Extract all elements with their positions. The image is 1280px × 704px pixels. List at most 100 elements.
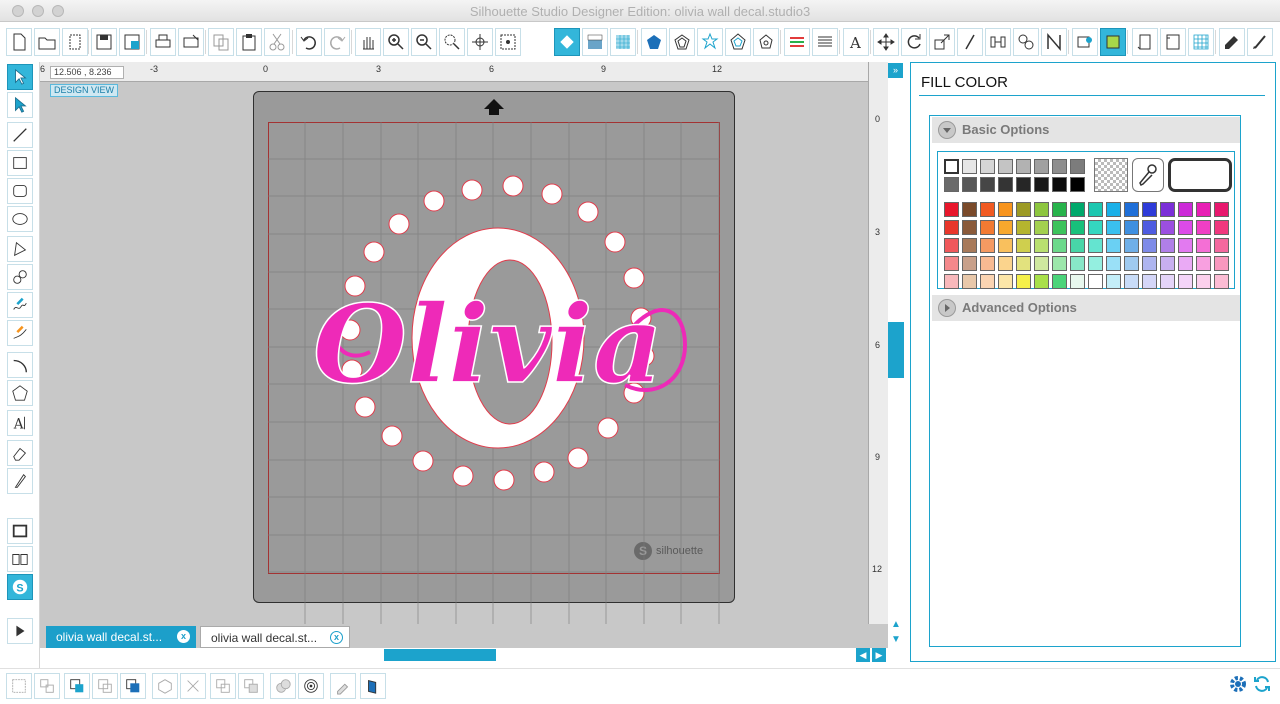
design-page-icon[interactable] [7,518,33,544]
duplicate-icon[interactable] [210,673,236,699]
align-icon[interactable] [985,28,1011,56]
group-icon[interactable] [6,673,32,699]
color-swatch[interactable] [1214,274,1229,289]
gray-swatch[interactable] [962,159,977,174]
panel-collapse-icon[interactable]: » [888,63,903,78]
color-swatch[interactable] [980,202,995,217]
pan-hand-icon[interactable] [355,28,381,56]
color-swatch[interactable] [1124,220,1139,235]
offset-icon[interactable] [697,28,723,56]
page-setup-icon[interactable] [1132,28,1158,56]
zoom-in-icon[interactable] [383,28,409,56]
color-swatch[interactable] [1088,202,1103,217]
arc-tool-icon[interactable] [7,352,33,378]
line-color-icon[interactable] [641,28,667,56]
color-swatch[interactable] [1088,220,1103,235]
color-swatch[interactable] [1142,238,1157,253]
zoom-out-icon[interactable] [411,28,437,56]
basic-options-header[interactable]: Basic Options [932,117,1240,143]
color-swatch[interactable] [1034,256,1049,271]
select-arrow-icon[interactable] [7,64,33,90]
release-compound-path-icon[interactable] [92,673,118,699]
knife-icon[interactable] [1041,28,1067,56]
color-swatch[interactable] [1016,256,1031,271]
color-swatch[interactable] [998,274,1013,289]
fill-pattern-panel-icon[interactable] [610,28,636,56]
color-swatch[interactable] [1178,238,1193,253]
color-swatch[interactable] [1088,274,1103,289]
fill-gradient-panel-icon[interactable] [582,28,608,56]
color-swatch[interactable] [944,220,959,235]
color-swatch[interactable] [1160,238,1175,253]
bring-to-front-icon[interactable] [120,673,146,699]
color-swatch[interactable] [1160,202,1175,217]
color-swatch[interactable] [1016,202,1031,217]
play-sidebar-icon[interactable] [7,618,33,644]
paste-icon[interactable] [236,28,262,56]
color-swatch[interactable] [998,256,1013,271]
mirror-icon[interactable] [238,673,264,699]
silhouette-store-icon[interactable]: S [7,574,33,600]
color-swatch[interactable] [998,220,1013,235]
color-swatch[interactable] [1178,274,1193,289]
color-swatch[interactable] [1052,238,1067,253]
line-tool-icon[interactable] [7,122,33,148]
color-swatch[interactable] [1196,202,1211,217]
freehand-tool-icon[interactable] [7,292,33,318]
gray-swatch[interactable] [1052,159,1067,174]
3d-box-icon[interactable] [152,673,178,699]
scroll-down-arrow-icon[interactable]: ▼ [889,633,903,647]
trace-icon[interactable] [725,28,751,56]
modify-icon[interactable] [1013,28,1039,56]
color-swatch[interactable] [1142,220,1157,235]
document-tab-2[interactable]: olivia wall decal.st... x [200,626,350,648]
color-swatch[interactable] [1052,220,1067,235]
image-effects-icon[interactable] [1072,28,1098,56]
vertical-scrollbar[interactable]: ▲ ▼ [888,62,904,650]
color-swatch[interactable] [962,202,977,217]
open-folder-icon[interactable] [34,28,60,56]
regular-polygon-tool-icon[interactable] [7,380,33,406]
open-library-icon[interactable] [62,28,88,56]
scroll-right-arrow-icon[interactable]: ▶ [872,648,886,662]
zoom-select-icon[interactable] [439,28,465,56]
color-swatch[interactable] [1052,256,1067,271]
color-swatch[interactable] [1214,220,1229,235]
gray-swatch[interactable] [1052,177,1067,192]
color-swatch[interactable] [1034,238,1049,253]
color-swatch[interactable] [962,274,977,289]
offset-rings-icon[interactable] [298,673,324,699]
color-swatch[interactable] [962,238,977,253]
horizontal-scrollbar[interactable]: ◀ ▶ [40,648,888,662]
transparent-swatch[interactable] [1094,158,1128,192]
color-swatch[interactable] [1088,238,1103,253]
vertical-scroll-thumb[interactable] [888,322,904,378]
color-swatch[interactable] [1160,256,1175,271]
horizontal-scroll-thumb[interactable] [384,649,496,661]
color-swatch[interactable] [1142,202,1157,217]
align-lines-icon[interactable] [812,28,838,56]
trace-area-icon[interactable] [330,673,356,699]
color-swatch[interactable] [1124,274,1139,289]
gray-swatch[interactable] [1034,159,1049,174]
text-tool-icon[interactable]: A [7,410,33,436]
color-swatch[interactable] [1142,274,1157,289]
scroll-up-arrow-icon[interactable]: ▲ [889,618,903,632]
gray-swatch[interactable] [1070,159,1085,174]
transform-move-icon[interactable] [873,28,899,56]
scale-icon[interactable] [929,28,955,56]
ellipse-tool-icon[interactable] [7,206,33,232]
print-cut-icon[interactable] [178,28,204,56]
polygon-tool-icon[interactable] [7,236,33,262]
color-swatch[interactable] [980,220,995,235]
fit-to-page-icon[interactable] [495,28,521,56]
color-swatch[interactable] [1124,238,1139,253]
library-book-icon[interactable] [7,546,33,572]
text-style-icon[interactable]: A [843,28,869,56]
color-swatch[interactable] [1016,274,1031,289]
print-icon[interactable] [150,28,176,56]
gray-swatch[interactable] [998,159,1013,174]
rotate-icon[interactable] [901,28,927,56]
color-swatch[interactable] [1070,202,1085,217]
send-to-silhouette-icon[interactable] [1247,28,1273,56]
